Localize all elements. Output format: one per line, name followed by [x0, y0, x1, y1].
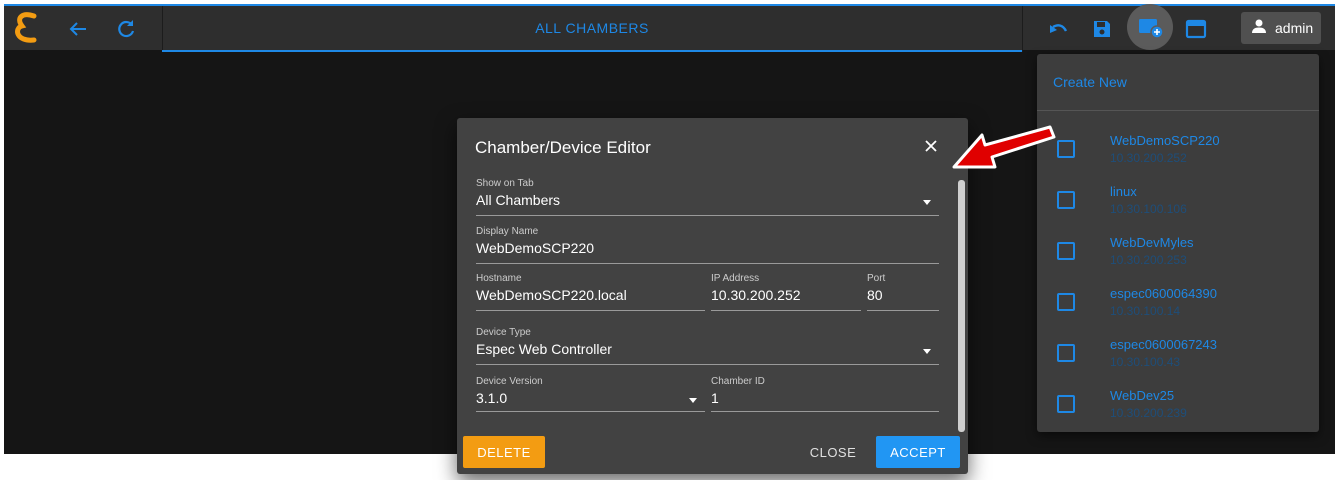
chamber-name: espec0600067243: [1110, 337, 1217, 352]
dialog-title: Chamber/Device Editor: [475, 138, 651, 157]
chamber-ip: 10.30.200.239: [1110, 406, 1187, 420]
close-button[interactable]: CLOSE: [802, 436, 864, 468]
chevron-down-icon: [923, 349, 931, 354]
device-version-select[interactable]: Device Version 3.1.0: [476, 376, 705, 412]
divider: [1022, 6, 1023, 52]
close-icon[interactable]: [921, 136, 941, 156]
save-icon[interactable]: [1090, 17, 1114, 41]
chevron-down-icon: [689, 398, 697, 403]
checkbox[interactable]: [1057, 191, 1075, 209]
accept-button[interactable]: ACCEPT: [876, 436, 960, 468]
logo-icon[interactable]: [12, 8, 40, 48]
user-icon: [1251, 18, 1267, 39]
field-value: All Chambers: [476, 192, 561, 208]
chamber-device-editor-dialog: Chamber/Device Editor Show on Tab All Ch…: [457, 118, 968, 474]
chamber-name: WebDemoSCP220: [1110, 133, 1220, 148]
field-underline: [711, 310, 861, 311]
chamber-ip: 10.30.200.252: [1110, 151, 1187, 165]
field-underline: [476, 263, 939, 264]
annotation-arrow-icon: [952, 125, 1056, 169]
port-field[interactable]: Port 80: [867, 273, 939, 311]
chamber-id-field[interactable]: Chamber ID 1: [711, 376, 939, 412]
show-on-tab-select[interactable]: Show on Tab All Chambers: [476, 178, 939, 216]
user-menu-button[interactable]: admin: [1241, 12, 1321, 44]
field-underline: [476, 310, 705, 311]
delete-button[interactable]: DELETE: [463, 436, 545, 468]
hostname-field[interactable]: Hostname WebDemoSCP220.local: [476, 273, 705, 311]
checkbox[interactable]: [1057, 242, 1075, 260]
field-value: WebDemoSCP220.local: [476, 287, 627, 303]
field-underline: [867, 310, 939, 311]
list-item[interactable]: WebDevMyles 10.30.200.253: [1037, 232, 1319, 282]
field-value: 80: [867, 287, 883, 303]
ip-address-field[interactable]: IP Address 10.30.200.252: [711, 273, 861, 311]
chamber-name: espec0600064390: [1110, 286, 1217, 301]
list-item[interactable]: WebDev25 10.30.200.239: [1037, 385, 1319, 435]
checkbox[interactable]: [1057, 293, 1075, 311]
back-arrow-icon[interactable]: [66, 17, 90, 41]
field-label: Device Version: [476, 376, 543, 387]
undo-icon[interactable]: [1046, 17, 1070, 41]
field-value: 3.1.0: [476, 390, 508, 406]
chamber-ip: 10.30.100.14: [1110, 304, 1181, 318]
divider: [1037, 110, 1319, 111]
field-value: WebDemoSCP220: [476, 240, 595, 256]
checkbox[interactable]: [1057, 395, 1075, 413]
chamber-name: WebDevMyles: [1110, 235, 1194, 250]
list-item[interactable]: espec0600067243 10.30.100.43: [1037, 334, 1319, 384]
window-icon[interactable]: [1184, 17, 1208, 41]
field-label: Port: [867, 273, 886, 284]
tab-label: ALL CHAMBERS: [535, 20, 649, 36]
field-underline: [476, 411, 705, 412]
chamber-name: WebDev25: [1110, 388, 1175, 403]
field-underline: [476, 215, 939, 216]
field-label: Show on Tab: [476, 178, 534, 189]
field-value: Espec Web Controller: [476, 341, 612, 357]
field-label: Device Type: [476, 327, 531, 338]
chamber-ip: 10.30.200.253: [1110, 253, 1187, 267]
chamber-name: linux: [1110, 184, 1137, 199]
user-name: admin: [1275, 20, 1314, 36]
chevron-down-icon: [923, 200, 931, 205]
device-type-select[interactable]: Device Type Espec Web Controller: [476, 327, 939, 365]
top-bar: ALL CHAMBERS admin: [4, 4, 1335, 52]
refresh-icon[interactable]: [114, 17, 138, 41]
field-underline: [476, 364, 939, 365]
list-item[interactable]: WebDemoSCP220 10.30.200.252: [1037, 130, 1319, 180]
field-value: 1: [711, 390, 719, 406]
tab-all-chambers[interactable]: ALL CHAMBERS: [162, 6, 1022, 52]
field-label: IP Address: [711, 273, 760, 284]
checkbox[interactable]: [1057, 344, 1075, 362]
create-new-item[interactable]: Create New: [1053, 74, 1127, 90]
field-value: 10.30.200.252: [711, 287, 801, 303]
chamber-dropdown-menu: Create New WebDemoSCP220 10.30.200.252 l…: [1037, 54, 1319, 432]
field-label: Hostname: [476, 273, 522, 284]
list-item[interactable]: espec0600064390 10.30.100.14: [1037, 283, 1319, 333]
add-window-icon[interactable]: [1127, 4, 1173, 50]
display-name-field[interactable]: Display Name WebDemoSCP220: [476, 226, 939, 264]
field-label: Display Name: [476, 226, 539, 237]
field-label: Chamber ID: [711, 376, 765, 387]
scrollbar[interactable]: [958, 180, 965, 432]
chamber-ip: 10.30.100.106: [1110, 202, 1187, 216]
field-underline: [711, 411, 939, 412]
list-item[interactable]: linux 10.30.100.106: [1037, 181, 1319, 231]
chamber-ip: 10.30.100.43: [1110, 355, 1181, 369]
